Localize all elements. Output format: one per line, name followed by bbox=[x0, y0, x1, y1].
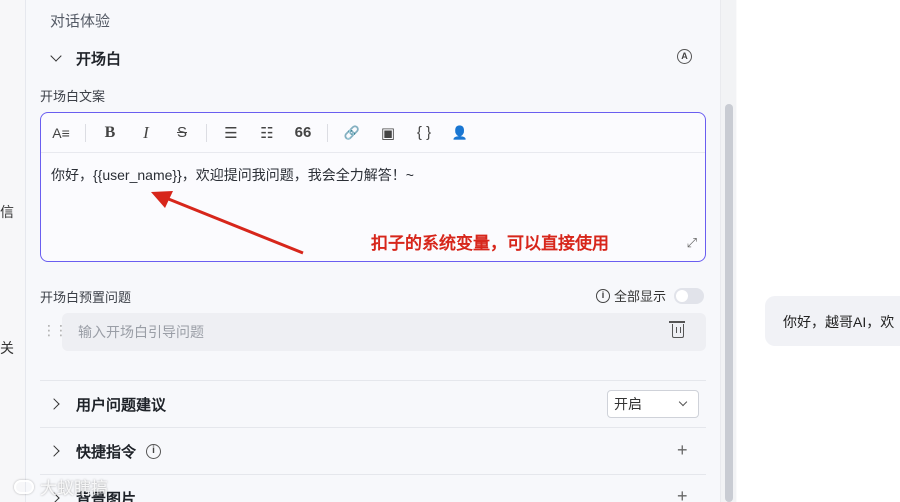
show-all-label: 全部显示 bbox=[614, 289, 667, 304]
suggestions-select[interactable]: 开启 bbox=[607, 390, 699, 418]
preset-questions-label: 开场白预置问题 bbox=[40, 290, 132, 305]
chat-preview: 你好，越哥AI，欢 bbox=[737, 0, 900, 502]
watermark: 大蚁瞎搞 bbox=[14, 474, 108, 499]
preset-question-input[interactable]: 输入开场白引导问题 bbox=[62, 313, 706, 351]
expand-icon[interactable]: ⤢ bbox=[687, 235, 697, 251]
suggestions-section-title: 用户问题建议 bbox=[76, 396, 167, 414]
opening-copy-label: 开场白文案 bbox=[40, 89, 106, 104]
divider bbox=[40, 427, 706, 428]
watermark-text: 大蚁瞎搞 bbox=[40, 479, 108, 498]
section-title: 对话体验 bbox=[50, 13, 111, 30]
left-rail-text-fragment: 关 bbox=[0, 340, 14, 356]
chevron-down-icon bbox=[678, 397, 688, 407]
shortcuts-section-header[interactable]: 快捷指令 i bbox=[48, 441, 162, 461]
opening-section-header[interactable]: 开场白 bbox=[50, 48, 121, 68]
show-all-control: i 全部显示 bbox=[596, 286, 705, 305]
divider bbox=[40, 380, 706, 381]
shortcuts-section-title: 快捷指令 bbox=[76, 443, 137, 461]
info-icon: i bbox=[596, 288, 610, 303]
settings-panel: 对话体验 开场白 A 开场白文案 A≡ B I S ☰ ☷ 66 🔗 ▣ { }… bbox=[26, 0, 720, 502]
auto-mode-icon[interactable]: A bbox=[677, 49, 692, 64]
add-background-icon[interactable]: + bbox=[677, 486, 688, 502]
divider bbox=[40, 474, 706, 475]
watermark-logo-icon bbox=[14, 479, 34, 494]
annotation-text: 扣子的系统变量，可以直接使用 bbox=[371, 234, 609, 253]
left-rail: 信 关 bbox=[0, 0, 26, 502]
suggestions-section-header[interactable]: 用户问题建议 bbox=[48, 394, 167, 414]
preset-question-placeholder: 输入开场白引导问题 bbox=[78, 324, 204, 340]
show-all-toggle[interactable] bbox=[674, 287, 705, 304]
chevron-right-icon bbox=[48, 398, 60, 410]
opening-editor[interactable]: A≡ B I S ☰ ☷ 66 🔗 ▣ { } 👤 你好，{{user_name… bbox=[40, 112, 706, 262]
add-shortcut-icon[interactable]: + bbox=[677, 440, 688, 461]
info-icon[interactable]: i bbox=[146, 443, 162, 459]
suggestions-select-value: 开启 bbox=[614, 396, 642, 412]
scrollbar[interactable] bbox=[720, 0, 736, 502]
chevron-right-icon bbox=[48, 445, 60, 457]
chevron-down-icon bbox=[50, 49, 62, 62]
scrollbar-thumb[interactable] bbox=[725, 104, 733, 502]
trash-icon[interactable] bbox=[669, 321, 685, 338]
opening-section-title: 开场白 bbox=[76, 50, 122, 68]
chat-bubble: 你好，越哥AI，欢 bbox=[765, 296, 900, 346]
left-rail-text-fragment: 信 bbox=[0, 204, 14, 220]
